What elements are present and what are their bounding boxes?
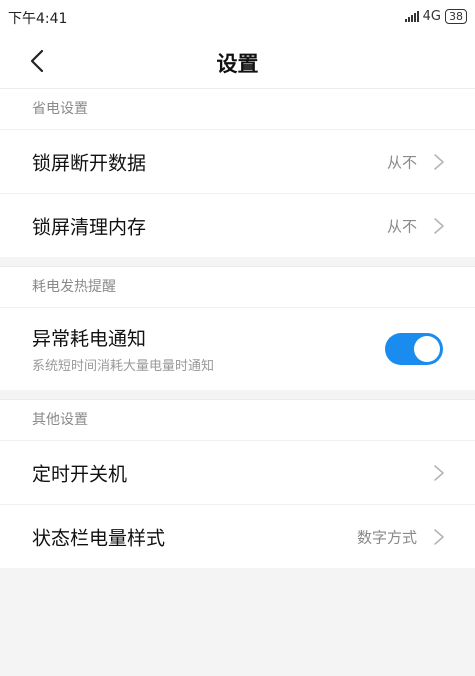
row-title: 锁屏断开数据 <box>32 152 147 174</box>
status-bar: 下午4:41 4G 38 <box>0 0 475 34</box>
chevron-right-icon <box>434 464 444 481</box>
row-scheduled-power[interactable]: 定时开关机 <box>0 440 475 504</box>
chevron-right-icon <box>434 153 444 170</box>
battery-icon: 38 <box>445 8 467 24</box>
notify-toggle[interactable] <box>385 333 443 365</box>
row-subtitle: 系统短时间消耗大量电量时通知 <box>32 359 215 374</box>
battery-level: 38 <box>449 9 463 23</box>
row-value: 从不 <box>386 153 417 171</box>
row-statusbar-battery-style[interactable]: 状态栏电量样式 数字方式 <box>0 504 475 568</box>
navigation-header: 设置 <box>0 34 475 88</box>
signal-icon <box>404 10 419 22</box>
row-value: 从不 <box>386 217 417 235</box>
section-header: 其他设置 <box>0 399 475 440</box>
toggle-knob <box>414 336 440 362</box>
row-title: 异常耗电通知 <box>32 328 147 350</box>
row-title: 定时开关机 <box>32 463 128 485</box>
section-other: 其他设置 定时开关机 状态栏电量样式 数字方式 <box>0 399 475 568</box>
network-type: 4G <box>422 8 441 24</box>
chevron-right-icon <box>434 528 444 545</box>
chevron-right-icon <box>434 217 444 234</box>
page-title: 设置 <box>216 52 259 76</box>
row-abnormal-power-notify[interactable]: 异常耗电通知 系统短时间消耗大量电量时通知 <box>0 307 475 390</box>
row-title: 状态栏电量样式 <box>32 527 166 549</box>
section-header: 耗电发热提醒 <box>0 266 475 307</box>
row-lock-disconnect-data[interactable]: 锁屏断开数据 从不 <box>0 129 475 193</box>
section-power-saving: 省电设置 锁屏断开数据 从不 锁屏清理内存 从不 <box>0 88 475 257</box>
row-lock-clear-memory[interactable]: 锁屏清理内存 从不 <box>0 193 475 257</box>
status-indicators: 4G 38 <box>404 7 467 25</box>
row-title: 锁屏清理内存 <box>32 216 147 238</box>
status-time: 下午4:41 <box>8 11 68 27</box>
section-header: 省电设置 <box>0 88 475 129</box>
row-value: 数字方式 <box>356 528 417 546</box>
section-power-alert: 耗电发热提醒 异常耗电通知 系统短时间消耗大量电量时通知 <box>0 266 475 390</box>
